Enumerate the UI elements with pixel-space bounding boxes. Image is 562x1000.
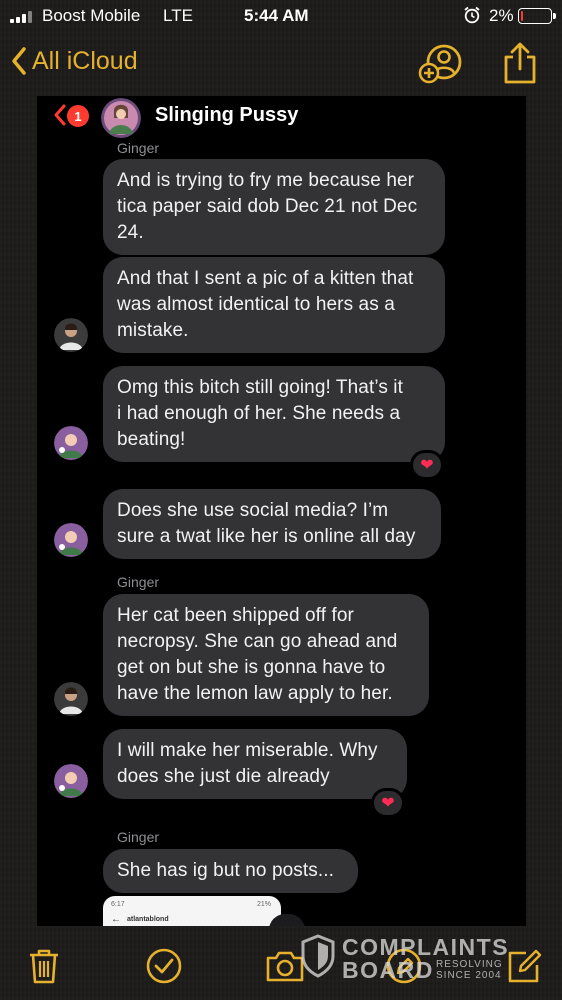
alarm-clock-icon [464, 6, 480, 24]
carrier-name: Boost Mobile [42, 6, 141, 25]
conversation-title: Slinging Pussy [155, 104, 299, 126]
conversation-header: 1 Slinging Pussy [37, 96, 526, 138]
sender-avatar [54, 682, 88, 716]
message-bubble[interactable]: Her cat been shipped off for necropsy. S… [103, 594, 429, 716]
sender-avatar [54, 764, 88, 798]
sender-label: Ginger [117, 574, 160, 590]
shield-logo-icon [301, 934, 335, 978]
group-avatar [101, 98, 141, 138]
sender-label: Ginger [117, 140, 160, 156]
message-bubble[interactable]: She has ig but no posts... [103, 849, 358, 893]
network-type: LTE [163, 6, 193, 25]
checkmark-circle-icon[interactable] [144, 946, 184, 986]
message-bubble[interactable]: And is trying to fry me because her tica… [103, 159, 445, 255]
add-person-icon[interactable] [418, 42, 464, 86]
message-bubble[interactable]: And that I sent a pic of a kitten that w… [103, 257, 445, 353]
preview-battery: 21% [256, 901, 271, 908]
signal-strength-icon [10, 11, 32, 23]
complaints-board-watermark: COMPLAINTS BOARD RESOLVING SINCE 2004 [300, 932, 520, 983]
watermark-line-2: BOARD [342, 957, 434, 983]
chevron-left-icon [12, 47, 26, 75]
heart-reaction-icon[interactable]: ❤ [410, 450, 444, 480]
message-bubble[interactable]: Does she use social media? I’m sure a tw… [103, 489, 441, 559]
preview-username: atlantablond [127, 916, 169, 923]
battery-level [521, 11, 523, 21]
preview-time: 6:17 [111, 901, 125, 908]
share-icon[interactable] [500, 40, 540, 86]
back-button[interactable]: All iCloud [10, 46, 138, 76]
sender-label: Ginger [117, 829, 160, 845]
message-bubble[interactable]: I will make her miserable. Why does she … [103, 729, 407, 799]
conversation-back-chevron-icon [54, 104, 66, 126]
watermark-tagline-2: SINCE 2004 [436, 970, 502, 981]
unread-badge: 1 [67, 105, 89, 127]
navigation-bar: All iCloud [0, 34, 562, 94]
battery-icon [518, 8, 556, 24]
message-screenshot-attachment[interactable]: 1 Slinging Pussy Ginger And is trying to… [37, 96, 526, 926]
instagram-screenshot-preview[interactable]: 6:17 21% ← atlantablond [103, 896, 281, 926]
watermark-tagline-1: RESOLVING [436, 959, 503, 970]
clock: 5:44 AM [244, 6, 309, 25]
back-button-label: All iCloud [32, 46, 138, 75]
status-bar: Boost Mobile LTE 5:44 AM 2% [0, 0, 562, 34]
heart-reaction-icon[interactable]: ❤ [371, 788, 405, 818]
watermark-tagline: RESOLVING SINCE 2004 [436, 959, 516, 981]
message-bubble[interactable]: Omg this bitch still going! That’s it i … [103, 366, 445, 462]
sender-avatar [54, 318, 88, 352]
preview-back-arrow-icon: ← [111, 914, 121, 925]
trash-icon[interactable] [24, 946, 64, 986]
sender-avatar [54, 523, 88, 557]
battery-percent: 2% [489, 6, 514, 25]
sender-avatar [54, 426, 88, 460]
